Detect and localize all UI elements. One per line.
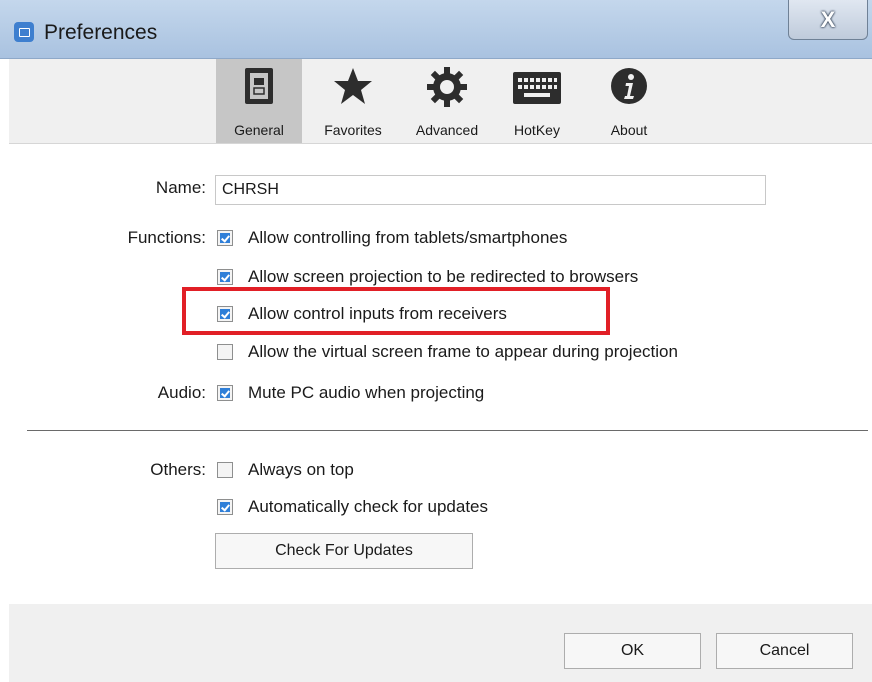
ok-button[interactable]: OK xyxy=(564,633,701,669)
mute-audio-label: Mute PC audio when projecting xyxy=(248,383,485,402)
title-bar[interactable]: Preferences X xyxy=(0,0,872,59)
cancel-button[interactable]: Cancel xyxy=(716,633,853,669)
audio-label: Audio: xyxy=(157,383,206,402)
tab-favorites[interactable]: Favorites xyxy=(308,59,398,143)
highlight-box xyxy=(182,287,610,335)
always-on-top-label: Always on top xyxy=(248,460,354,479)
tab-hotkey-label: HotKey xyxy=(514,122,560,138)
always-on-top-checkbox[interactable] xyxy=(217,462,233,478)
star-icon xyxy=(334,68,372,104)
keyboard-icon xyxy=(513,72,561,104)
preferences-toolbar: General Favorites Advanced HotKey About xyxy=(9,59,872,144)
info-icon xyxy=(611,68,647,104)
allow-browser-redirect-label: Allow screen projection to be redirected… xyxy=(248,267,639,286)
tab-advanced-label: Advanced xyxy=(415,122,479,138)
auto-update-checkbox[interactable] xyxy=(217,499,233,515)
auto-update-label: Automatically check for updates xyxy=(248,497,489,516)
gear-icon xyxy=(427,67,467,107)
window-title: Preferences xyxy=(44,21,158,44)
allow-browser-redirect-checkbox[interactable] xyxy=(217,269,233,285)
allow-tablet-control-label: Allow controlling from tablets/smartphon… xyxy=(248,228,568,247)
allow-virtual-frame-checkbox[interactable] xyxy=(217,344,233,360)
others-label: Others: xyxy=(150,460,206,479)
close-button[interactable]: X xyxy=(788,0,868,40)
tab-favorites-label: Favorites xyxy=(324,122,382,138)
tab-about-label: About xyxy=(610,122,648,138)
app-icon xyxy=(14,22,34,42)
allow-tablet-control-checkbox[interactable] xyxy=(217,230,233,246)
tab-general[interactable]: General xyxy=(216,59,302,143)
allow-virtual-frame-label: Allow the virtual screen frame to appear… xyxy=(248,342,678,361)
name-field[interactable] xyxy=(215,175,766,205)
tab-hotkey[interactable]: HotKey xyxy=(497,59,577,143)
name-label: Name: xyxy=(155,178,206,197)
functions-label: Functions: xyxy=(127,228,206,247)
tab-advanced[interactable]: Advanced xyxy=(401,59,493,143)
general-switch-icon xyxy=(245,68,273,104)
tab-about[interactable]: About xyxy=(599,59,659,143)
mute-audio-checkbox[interactable] xyxy=(217,385,233,401)
check-for-updates-button[interactable]: Check For Updates xyxy=(215,533,473,569)
section-divider xyxy=(27,430,868,431)
tab-general-label: General xyxy=(234,122,284,138)
